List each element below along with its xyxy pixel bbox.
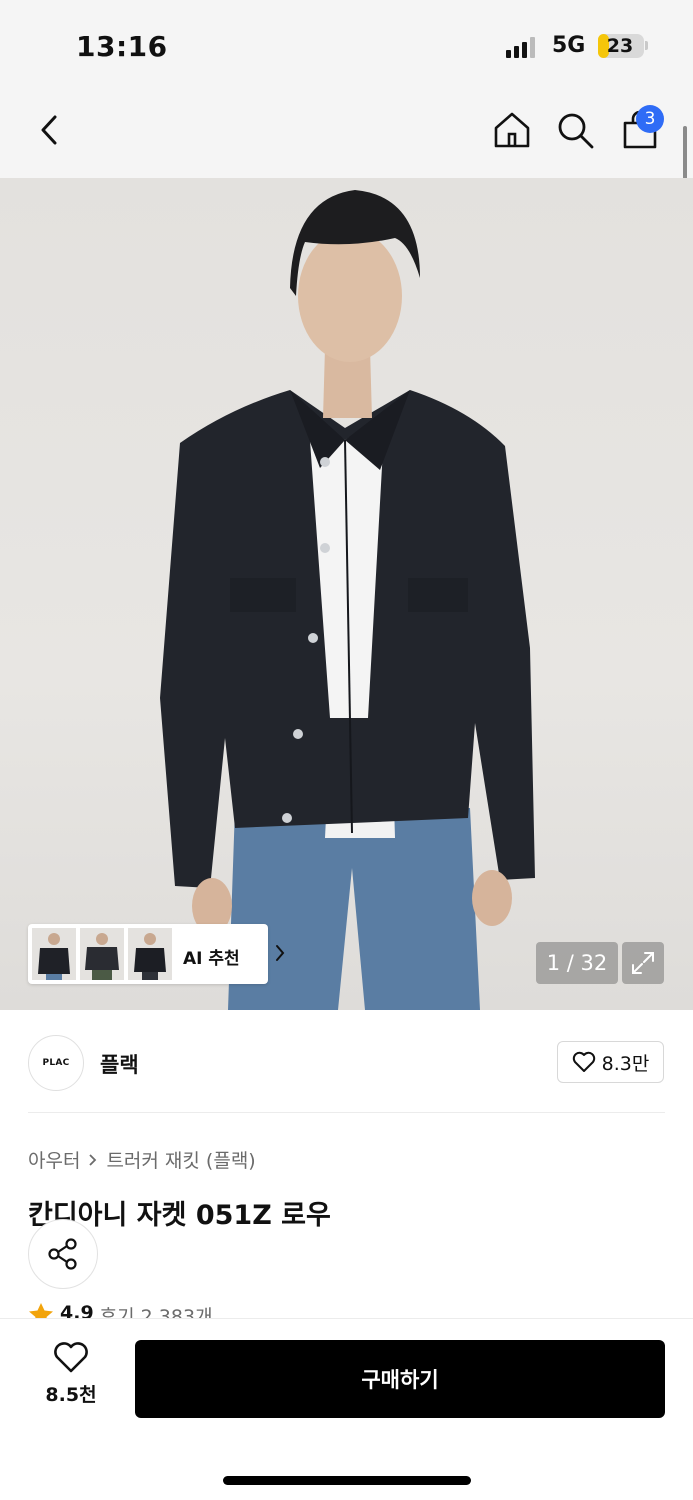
brand-like-button[interactable]: 8.3만 xyxy=(557,1041,664,1083)
chevron-left-icon xyxy=(41,115,57,145)
buy-button[interactable]: 구매하기 xyxy=(135,1340,665,1418)
share-icon xyxy=(48,1238,77,1270)
rating-summary[interactable]: 4.9 후기 2,383개 xyxy=(28,1302,213,1318)
battery-icon: 23 xyxy=(598,34,644,58)
breadcrumb-item[interactable]: 트러커 재킷 (플랙) xyxy=(106,1146,255,1173)
chevron-right-icon xyxy=(89,1153,97,1166)
back-button[interactable] xyxy=(28,108,72,152)
ai-recommend-label: AI 추천 xyxy=(183,949,240,969)
status-bar: 13:16 5G 23 xyxy=(0,0,693,90)
review-count: 후기 2,383개 xyxy=(99,1306,213,1318)
heart-icon xyxy=(54,1342,88,1373)
expand-button[interactable] xyxy=(622,942,664,984)
battery-nub xyxy=(645,41,648,50)
brand-like-count: 8.3만 xyxy=(601,1052,650,1075)
model-photo xyxy=(160,190,535,1010)
product-image[interactable] xyxy=(0,178,693,1010)
rating-score: 4.9 xyxy=(60,1302,94,1318)
search-icon xyxy=(558,113,594,149)
wishlist-button[interactable]: 8.5천 xyxy=(34,1342,108,1414)
share-button[interactable] xyxy=(28,1219,98,1289)
heart-icon xyxy=(572,1051,595,1072)
cart-count-badge: 3 xyxy=(636,105,664,133)
recommend-thumbnail[interactable] xyxy=(32,928,76,980)
image-counter: 1 / 32 xyxy=(536,942,618,984)
chevron-right-icon xyxy=(276,945,285,961)
top-nav xyxy=(0,90,693,178)
recommend-thumbnail[interactable] xyxy=(128,928,172,980)
status-time: 13:16 xyxy=(76,30,168,63)
recommend-thumbnail[interactable] xyxy=(80,928,124,980)
brand-logo-text: PLAC xyxy=(42,1058,70,1068)
wishlist-count: 8.5천 xyxy=(45,1384,97,1406)
signal-icon xyxy=(506,36,536,58)
star-icon xyxy=(29,1303,53,1318)
expand-icon xyxy=(632,952,654,974)
network-type: 5G xyxy=(552,33,586,58)
brand-name[interactable]: 플랙 xyxy=(100,1049,139,1079)
battery-level: 23 xyxy=(606,35,634,57)
breadcrumb: 아우터 트러커 재킷 (플랙) xyxy=(28,1146,256,1173)
ai-recommend-card[interactable]: AI 추천 xyxy=(28,924,285,984)
home-icon xyxy=(494,112,530,148)
home-button[interactable] xyxy=(490,108,534,152)
search-button[interactable] xyxy=(553,108,597,152)
home-indicator xyxy=(223,1476,471,1485)
brand-logo[interactable]: PLAC xyxy=(28,1035,84,1091)
breadcrumb-item[interactable]: 아우터 xyxy=(28,1146,80,1173)
divider xyxy=(28,1112,665,1113)
